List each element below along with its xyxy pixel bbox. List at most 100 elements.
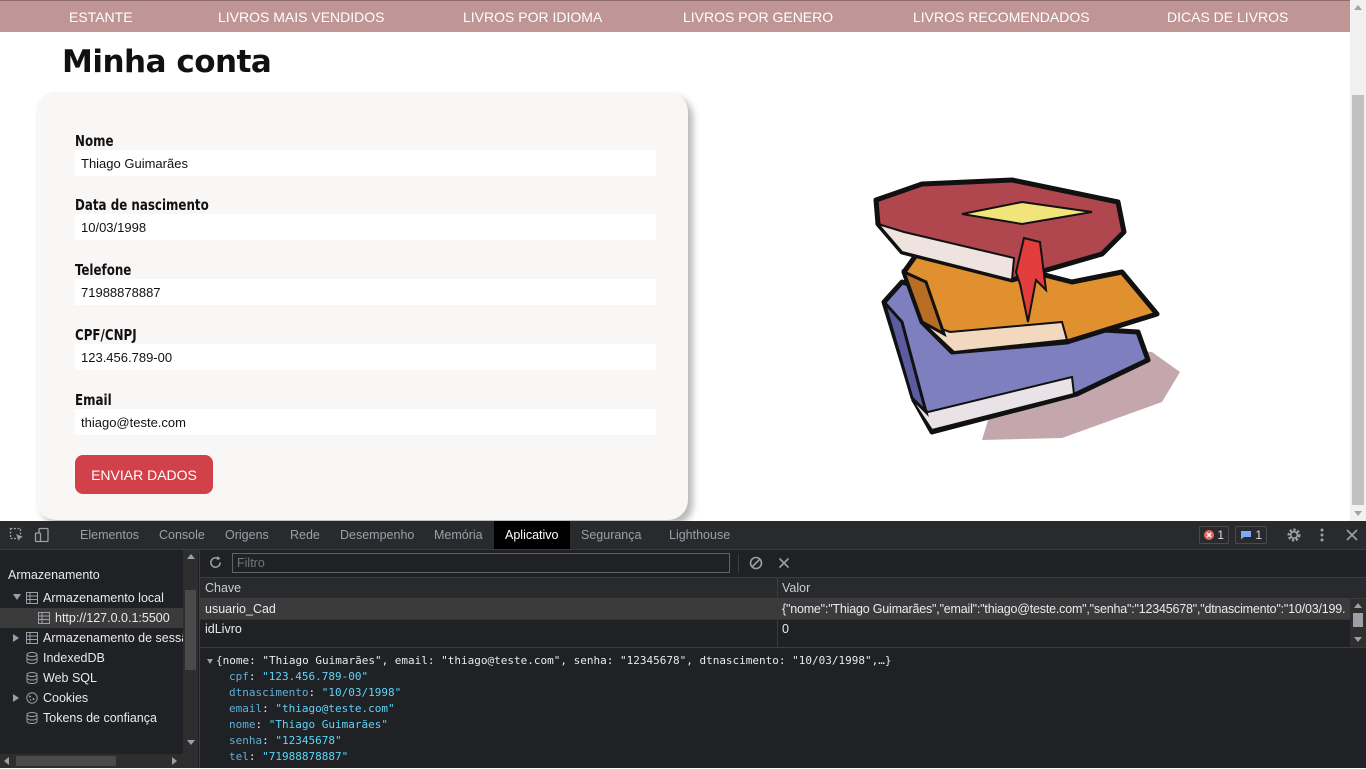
table-cell-value[interactable]: 0 (782, 619, 789, 639)
property-key: tel (229, 750, 249, 763)
tab-elementos[interactable]: Elementos (80, 528, 139, 542)
phone-field[interactable] (75, 279, 656, 305)
delete-selected-icon[interactable] (778, 557, 790, 569)
scroll-up-arrow-icon[interactable] (1354, 5, 1362, 10)
tree-trust-tokens[interactable]: Tokens de confiança (0, 708, 183, 728)
cookies-label: Cookies (43, 691, 89, 705)
scroll-right-arrow-icon[interactable] (172, 757, 177, 765)
nav-dicas[interactable]: DICAS DE LIVROS (1167, 9, 1288, 25)
storage-heading: Armazenamento (8, 568, 100, 582)
property-key: nome (229, 718, 256, 731)
more-options-icon[interactable] (1314, 527, 1330, 543)
close-devtools-icon[interactable] (1344, 527, 1360, 543)
storage-table-icon (38, 612, 50, 624)
sidebar-horizontal-scrollbar[interactable] (0, 754, 183, 768)
account-form: Nome Data de nascimento Telefone CPF/CNP… (36, 92, 688, 520)
sidebar-scroll-thumb[interactable] (185, 590, 196, 670)
tree-session-storage[interactable]: Armazenamento de sessão (0, 628, 183, 648)
tab-aplicativo[interactable]: Aplicativo (494, 521, 570, 549)
tab-desempenho[interactable]: Desempenho (340, 528, 414, 542)
value-preview: {nome: "Thiago Guimarães", email: "thiag… (200, 647, 1366, 769)
filter-input[interactable] (232, 553, 730, 573)
property-key: email (229, 702, 263, 715)
property-row: nome: "Thiago Guimarães" (229, 718, 388, 731)
table-cell-value[interactable]: {"nome":"Thiago Guimarães","email":"thia… (782, 599, 1346, 619)
errors-count: 1 (1217, 528, 1225, 542)
tree-websql[interactable]: Web SQL (0, 668, 183, 688)
email-field[interactable] (75, 409, 656, 435)
error-icon (1204, 530, 1214, 540)
nav-mais-vendidos[interactable]: LIVROS MAIS VENDIDOS (218, 9, 384, 25)
tab-origens[interactable]: Origens (225, 528, 269, 542)
property-row: senha: "12345678" (229, 734, 342, 747)
name-field[interactable] (75, 150, 656, 176)
nav-estante[interactable]: ESTANTE (69, 9, 133, 25)
nav-recomendados[interactable]: LIVROS RECOMENDADOS (913, 9, 1090, 25)
property-row: cpf: "123.456.789-00" (229, 670, 369, 683)
device-toggle-icon[interactable] (34, 527, 50, 543)
errors-badge[interactable]: 1 (1199, 526, 1230, 544)
settings-gear-icon[interactable] (1286, 527, 1302, 543)
tree-local-storage[interactable]: Armazenamento local (0, 588, 183, 608)
column-header-value[interactable]: Valor (782, 578, 810, 598)
birthdate-field[interactable] (75, 214, 656, 240)
storage-table-icon (26, 632, 38, 644)
database-icon (26, 712, 38, 724)
collapse-object-icon[interactable] (207, 659, 213, 664)
nav-por-idioma[interactable]: LIVROS POR IDIOMA (463, 9, 602, 25)
sidebar-hscroll-thumb[interactable] (16, 756, 116, 766)
table-scrollbar[interactable] (1350, 599, 1366, 647)
property-row: email: "thiago@teste.com" (229, 702, 395, 715)
property-value: "thiago@teste.com" (275, 702, 395, 715)
table-scroll-thumb[interactable] (1353, 613, 1363, 627)
refresh-icon[interactable] (208, 555, 223, 570)
local-storage-label: Armazenamento local (43, 591, 164, 605)
property-row: tel: "71988878887" (229, 750, 349, 763)
devtools-toolbar: Elementos Console Origens Rede Desempenh… (0, 521, 1366, 550)
storage-main-pane: Chave Valor usuario_Cad {"nome":"Thiago … (200, 550, 1366, 768)
property-key: senha (229, 734, 263, 747)
table-cell-key[interactable]: idLivro (205, 619, 242, 639)
expand-arrow-icon[interactable] (13, 594, 21, 600)
tree-indexeddb[interactable]: IndexedDB (0, 648, 183, 668)
email-label: Email (75, 391, 112, 409)
tab-seguranca[interactable]: Segurança (581, 528, 641, 542)
collapsed-arrow-icon[interactable] (13, 634, 19, 642)
page-scrollbar[interactable] (1350, 0, 1366, 521)
scroll-thumb[interactable] (1352, 95, 1364, 505)
column-header-key[interactable]: Chave (205, 578, 241, 598)
cpf-label: CPF/CNPJ (75, 326, 137, 344)
collapsed-arrow-icon[interactable] (13, 694, 19, 702)
tab-rede[interactable]: Rede (290, 528, 320, 542)
books-illustration (873, 177, 1180, 440)
inspect-element-icon[interactable] (9, 527, 25, 543)
sidebar-vertical-scrollbar[interactable] (183, 550, 198, 768)
local-origin-label: http://127.0.0.1:5500 (55, 611, 170, 625)
scroll-down-arrow-icon[interactable] (1354, 511, 1362, 516)
database-icon (26, 652, 38, 664)
toolbar-divider (738, 554, 739, 573)
phone-label: Telefone (75, 261, 132, 279)
scroll-down-arrow-icon[interactable] (187, 740, 195, 745)
property-key: dtnascimento (229, 686, 309, 699)
scroll-up-arrow-icon[interactable] (187, 554, 195, 559)
database-icon (26, 672, 38, 684)
send-data-button[interactable]: ENVIAR DADOS (75, 455, 213, 494)
scroll-down-arrow-icon[interactable] (1354, 637, 1362, 642)
table-cell-key[interactable]: usuario_Cad (205, 599, 276, 619)
property-row: dtnascimento: "10/03/1998" (229, 686, 402, 699)
scroll-up-arrow-icon[interactable] (1354, 603, 1362, 608)
tree-cookies[interactable]: Cookies (0, 688, 183, 708)
tree-local-origin[interactable]: http://127.0.0.1:5500 (0, 608, 183, 628)
scroll-left-arrow-icon[interactable] (4, 757, 9, 765)
tab-console[interactable]: Console (159, 528, 205, 542)
clear-all-icon[interactable] (749, 556, 763, 570)
messages-badge[interactable]: 1 (1235, 526, 1268, 544)
cpf-field[interactable] (75, 344, 656, 370)
nav-por-genero[interactable]: LIVROS POR GENERO (683, 9, 833, 25)
tab-memoria[interactable]: Memória (434, 528, 483, 542)
object-summary[interactable]: {nome: "Thiago Guimarães", email: "thiag… (216, 654, 892, 667)
cookie-icon (26, 692, 38, 704)
property-value: "10/03/1998" (321, 686, 402, 699)
tab-lighthouse[interactable]: Lighthouse (669, 528, 730, 542)
